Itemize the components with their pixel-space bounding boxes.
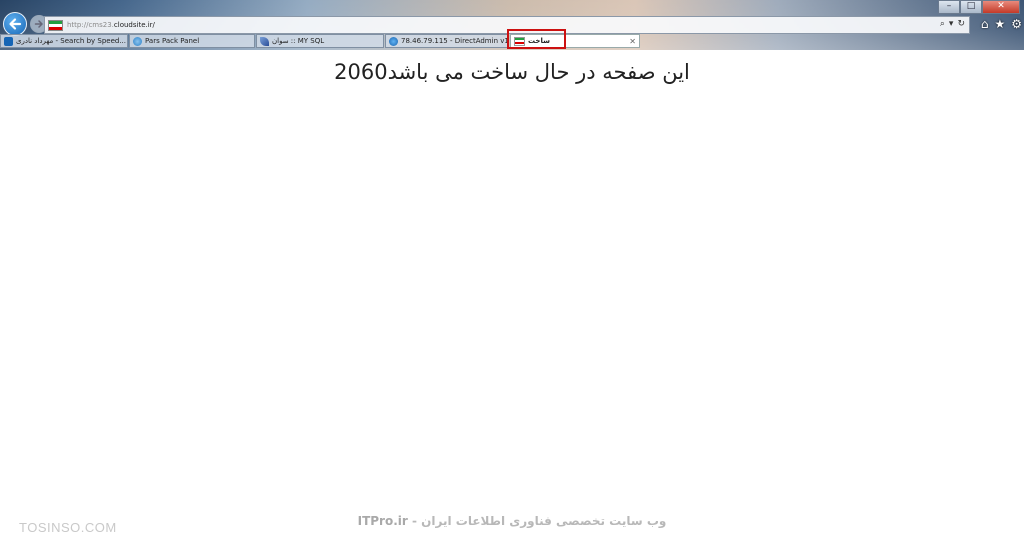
url-prefix: http://cms23. [67, 21, 114, 29]
tab-pars-pack-panel[interactable]: Pars Pack Panel [129, 34, 255, 48]
tab-directadmin[interactable]: 78.46.79.115 - DirectAdmin v1... [385, 34, 509, 48]
corner-watermark: TOSINSO.COM [19, 520, 117, 535]
back-button[interactable] [3, 12, 27, 36]
back-arrow-icon [9, 18, 22, 30]
favorites-star-icon[interactable]: ★ [994, 17, 1005, 31]
close-icon[interactable]: ✕ [629, 37, 636, 46]
close-window-button[interactable]: ✕ [982, 0, 1020, 14]
gear-icon[interactable]: ⚙ [1011, 17, 1022, 31]
iran-flag-icon [48, 19, 63, 31]
watermark-text: - وب سایت تخصصی فناوری اطلاعات ایران [407, 514, 667, 528]
page-heading: این صفحه در حال ساخت می باشد2060 [334, 60, 690, 84]
navigation-buttons [3, 12, 48, 36]
tab-label: سوان :: MY SQL [272, 37, 325, 45]
toolbar-icons: ⌂ ★ ⚙ [981, 17, 1022, 31]
url-text[interactable]: http://cms23.cloudsite.ir/ [67, 21, 155, 29]
forward-arrow-icon [34, 20, 43, 28]
minimize-button[interactable]: – [938, 0, 960, 14]
footer-watermark: ITPro.ir - وب سایت تخصصی فناوری اطلاعات … [0, 514, 1024, 528]
refresh-icon[interactable]: ↻ [957, 19, 965, 30]
tab-label: 78.46.79.115 - DirectAdmin v1... [401, 37, 509, 45]
watermark-brand: ITPro.ir [357, 514, 408, 528]
ie-icon [133, 36, 142, 46]
annotation-highlight-box [507, 29, 566, 49]
feather-icon [260, 36, 269, 46]
tab-label: مهرداد نادری - Search by Speed... [16, 37, 126, 45]
url-domain: cloudsite.ir/ [113, 21, 155, 29]
globe-icon [389, 36, 398, 46]
dropdown-icon[interactable]: ▾ [949, 19, 954, 30]
globe-icon [4, 36, 13, 46]
search-icon[interactable]: ⌕ [940, 19, 945, 30]
tab-mysql[interactable]: سوان :: MY SQL [256, 34, 384, 48]
window-controls: – □ ✕ [938, 0, 1020, 14]
home-icon[interactable]: ⌂ [981, 17, 989, 31]
tab-search-speed[interactable]: مهرداد نادری - Search by Speed... [0, 34, 128, 48]
maximize-button[interactable]: □ [960, 0, 982, 14]
tab-label: Pars Pack Panel [145, 37, 200, 45]
address-bar-actions: ⌕ ▾ ↻ [940, 19, 965, 30]
